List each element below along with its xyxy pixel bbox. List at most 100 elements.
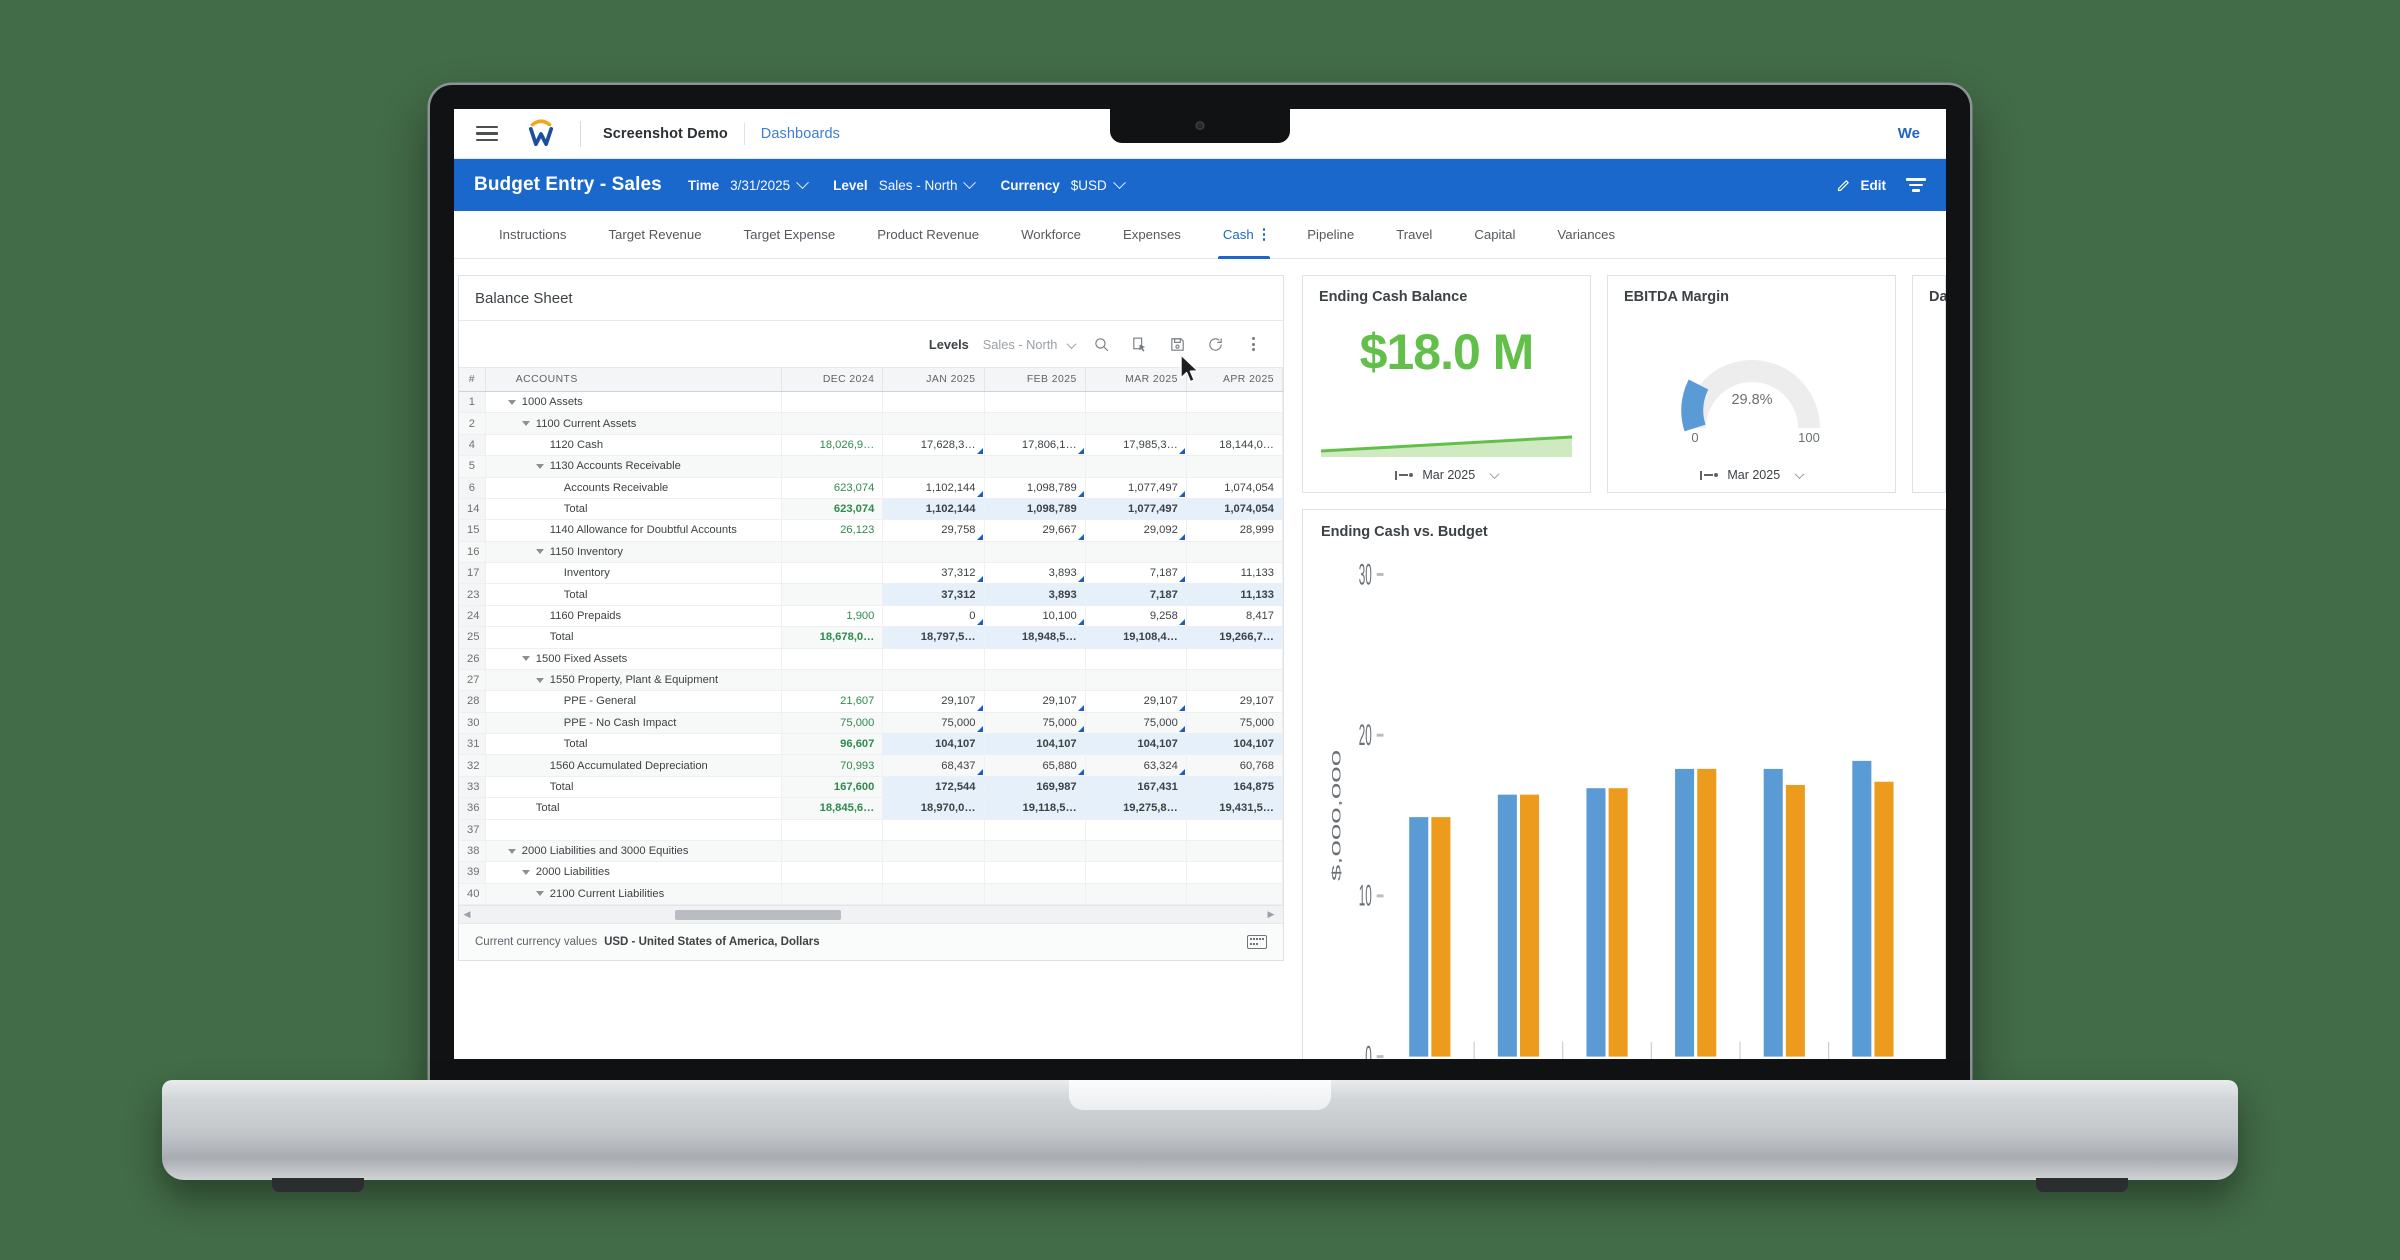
table-cell[interactable] xyxy=(984,648,1086,670)
table-row[interactable]: 36 Total 18,845,6… 18,970,0… 19,118,5… 19,275… xyxy=(459,797,1284,820)
table-cell[interactable] xyxy=(882,455,985,478)
table-cell[interactable]: 96,607 xyxy=(781,733,884,756)
table-cell[interactable] xyxy=(1186,648,1284,670)
tab-target-revenue[interactable]: Target Revenue xyxy=(587,211,722,258)
filter-icon[interactable] xyxy=(1906,178,1926,192)
table-row[interactable]: 33 Total 167,600 172,544 169,987 167,431 164,8… xyxy=(459,776,1284,799)
tab-instructions[interactable]: Instructions xyxy=(478,211,587,258)
table-cell[interactable] xyxy=(1085,648,1187,670)
table-cell[interactable]: 19,266,7… xyxy=(1186,626,1284,649)
table-cell[interactable]: 104,107 xyxy=(882,733,985,756)
table-cell[interactable]: 21,607 xyxy=(781,690,884,713)
table-row[interactable]: 4 1120 Cash 18,026,9… 17,628,3… 17,806,1… 17,… xyxy=(459,434,1284,457)
expand-collapse-icon[interactable] xyxy=(535,549,544,555)
bar[interactable] xyxy=(1431,817,1451,1057)
table-cell[interactable] xyxy=(882,391,985,414)
table-cell[interactable]: 37,312 xyxy=(882,562,985,585)
bar[interactable] xyxy=(1409,817,1429,1057)
table-row[interactable]: 39 2000 Liabilities xyxy=(459,861,1284,884)
card-footer[interactable]: Mar 2025 xyxy=(1624,459,1879,482)
table-cell[interactable] xyxy=(781,861,884,884)
table-cell[interactable]: 63,324 xyxy=(1085,754,1187,777)
table-cell[interactable] xyxy=(1186,883,1284,906)
table-cell[interactable]: 10,100 xyxy=(984,605,1086,628)
table-cell[interactable] xyxy=(1085,391,1187,414)
table-cell[interactable] xyxy=(1186,455,1284,478)
table-cell[interactable]: 19,275,8… xyxy=(1085,797,1187,820)
table-cell[interactable] xyxy=(1186,840,1284,863)
table-cell[interactable] xyxy=(781,391,884,414)
table-cell[interactable] xyxy=(1186,541,1284,564)
hamburger-icon[interactable] xyxy=(476,125,498,142)
table-cell[interactable] xyxy=(1186,669,1284,692)
tab-travel[interactable]: Travel xyxy=(1375,211,1453,258)
bar[interactable] xyxy=(1785,784,1805,1057)
tab-variances[interactable]: Variances xyxy=(1536,211,1636,258)
horizontal-scrollbar[interactable]: ◀ ▶ xyxy=(459,905,1283,923)
table-cell[interactable]: 29,107 xyxy=(1186,690,1284,713)
table-cell[interactable] xyxy=(1085,819,1187,841)
table-row[interactable]: 17 Inventory 37,312 3,893 7,187 11,133 xyxy=(459,562,1284,585)
tab-expenses[interactable]: Expenses xyxy=(1102,211,1202,258)
table-cell[interactable]: 1,102,144 xyxy=(882,477,985,499)
tab-workforce[interactable]: Workforce xyxy=(1000,211,1102,258)
table-cell[interactable]: 29,667 xyxy=(984,519,1086,542)
scroll-right-icon[interactable]: ▶ xyxy=(1263,909,1279,920)
table-row[interactable]: 25 Total 18,678,0… 18,797,5… 18,948,5… 19,108… xyxy=(459,626,1284,649)
table-cell[interactable]: 70,993 xyxy=(781,754,884,777)
expand-collapse-icon[interactable] xyxy=(521,869,530,875)
table-cell[interactable] xyxy=(882,648,985,670)
table-cell[interactable]: 7,187 xyxy=(1085,583,1187,606)
table-cell[interactable]: 19,118,5… xyxy=(984,797,1086,820)
table-cell[interactable]: 11,133 xyxy=(1186,562,1284,585)
table-cell[interactable]: 37,312 xyxy=(882,583,985,606)
tab-capital[interactable]: Capital xyxy=(1453,211,1536,258)
table-cell[interactable] xyxy=(984,391,1086,414)
table-cell[interactable]: 1,900 xyxy=(781,605,884,628)
table-cell[interactable]: 75,000 xyxy=(781,712,884,735)
table-cell[interactable] xyxy=(781,562,884,585)
table-cell[interactable] xyxy=(984,541,1086,564)
tab-target-expense[interactable]: Target Expense xyxy=(723,211,857,258)
table-cell[interactable] xyxy=(1186,819,1284,841)
expand-collapse-icon[interactable] xyxy=(521,656,530,662)
bar[interactable] xyxy=(1763,768,1783,1057)
tab-more-options-icon[interactable] xyxy=(1262,228,1266,241)
expand-collapse-icon[interactable] xyxy=(535,891,544,897)
table-cell[interactable]: 28,999 xyxy=(1186,519,1284,542)
card-days[interactable]: Days xyxy=(1912,275,1946,493)
expand-collapse-icon[interactable] xyxy=(507,399,516,405)
table-row[interactable]: 32 1560 Accumulated Depreciation 70,993 68,… xyxy=(459,754,1284,777)
table-cell[interactable]: 18,026,9… xyxy=(781,434,884,457)
table-cell[interactable]: 18,144,0… xyxy=(1186,434,1284,457)
table-row[interactable]: 6 Accounts Receivable 623,074 1,102,144 1,09… xyxy=(459,477,1284,499)
table-cell[interactable]: 169,987 xyxy=(984,776,1086,799)
table-cell[interactable]: 29,107 xyxy=(882,690,985,713)
table-cell[interactable]: 1,074,054 xyxy=(1186,477,1284,499)
table-cell[interactable] xyxy=(882,883,985,906)
table-cell[interactable] xyxy=(781,412,884,435)
bar[interactable] xyxy=(1874,781,1894,1057)
table-row[interactable]: 15 1140 Allowance for Doubtful Accounts 26… xyxy=(459,519,1284,542)
table-cell[interactable] xyxy=(984,861,1086,884)
table-row[interactable]: 5 1130 Accounts Receivable xyxy=(459,455,1284,478)
table-cell[interactable] xyxy=(781,669,884,692)
table-cell[interactable] xyxy=(882,541,985,564)
table-cell[interactable]: 104,107 xyxy=(1085,733,1187,756)
table-cell[interactable] xyxy=(984,883,1086,906)
table-cell[interactable]: 172,544 xyxy=(882,776,985,799)
table-cell[interactable] xyxy=(882,669,985,692)
table-cell[interactable] xyxy=(1085,541,1187,564)
expand-collapse-icon[interactable] xyxy=(507,848,516,854)
filter-currency[interactable]: Currency $USD xyxy=(1000,175,1126,193)
table-cell[interactable]: 1,077,497 xyxy=(1085,477,1187,499)
table-cell[interactable]: 0 xyxy=(882,605,985,628)
table-cell[interactable]: 75,000 xyxy=(984,712,1086,735)
table-cell[interactable]: 29,107 xyxy=(984,690,1086,713)
table-cell[interactable]: 164,875 xyxy=(1186,776,1284,799)
table-row[interactable]: 14 Total 623,074 1,102,144 1,098,789 1,077,49… xyxy=(459,498,1284,521)
table-cell[interactable] xyxy=(781,648,884,670)
table-cell[interactable]: 29,758 xyxy=(882,519,985,542)
save-icon[interactable] xyxy=(1165,332,1189,356)
more-options-icon[interactable] xyxy=(1241,332,1265,356)
